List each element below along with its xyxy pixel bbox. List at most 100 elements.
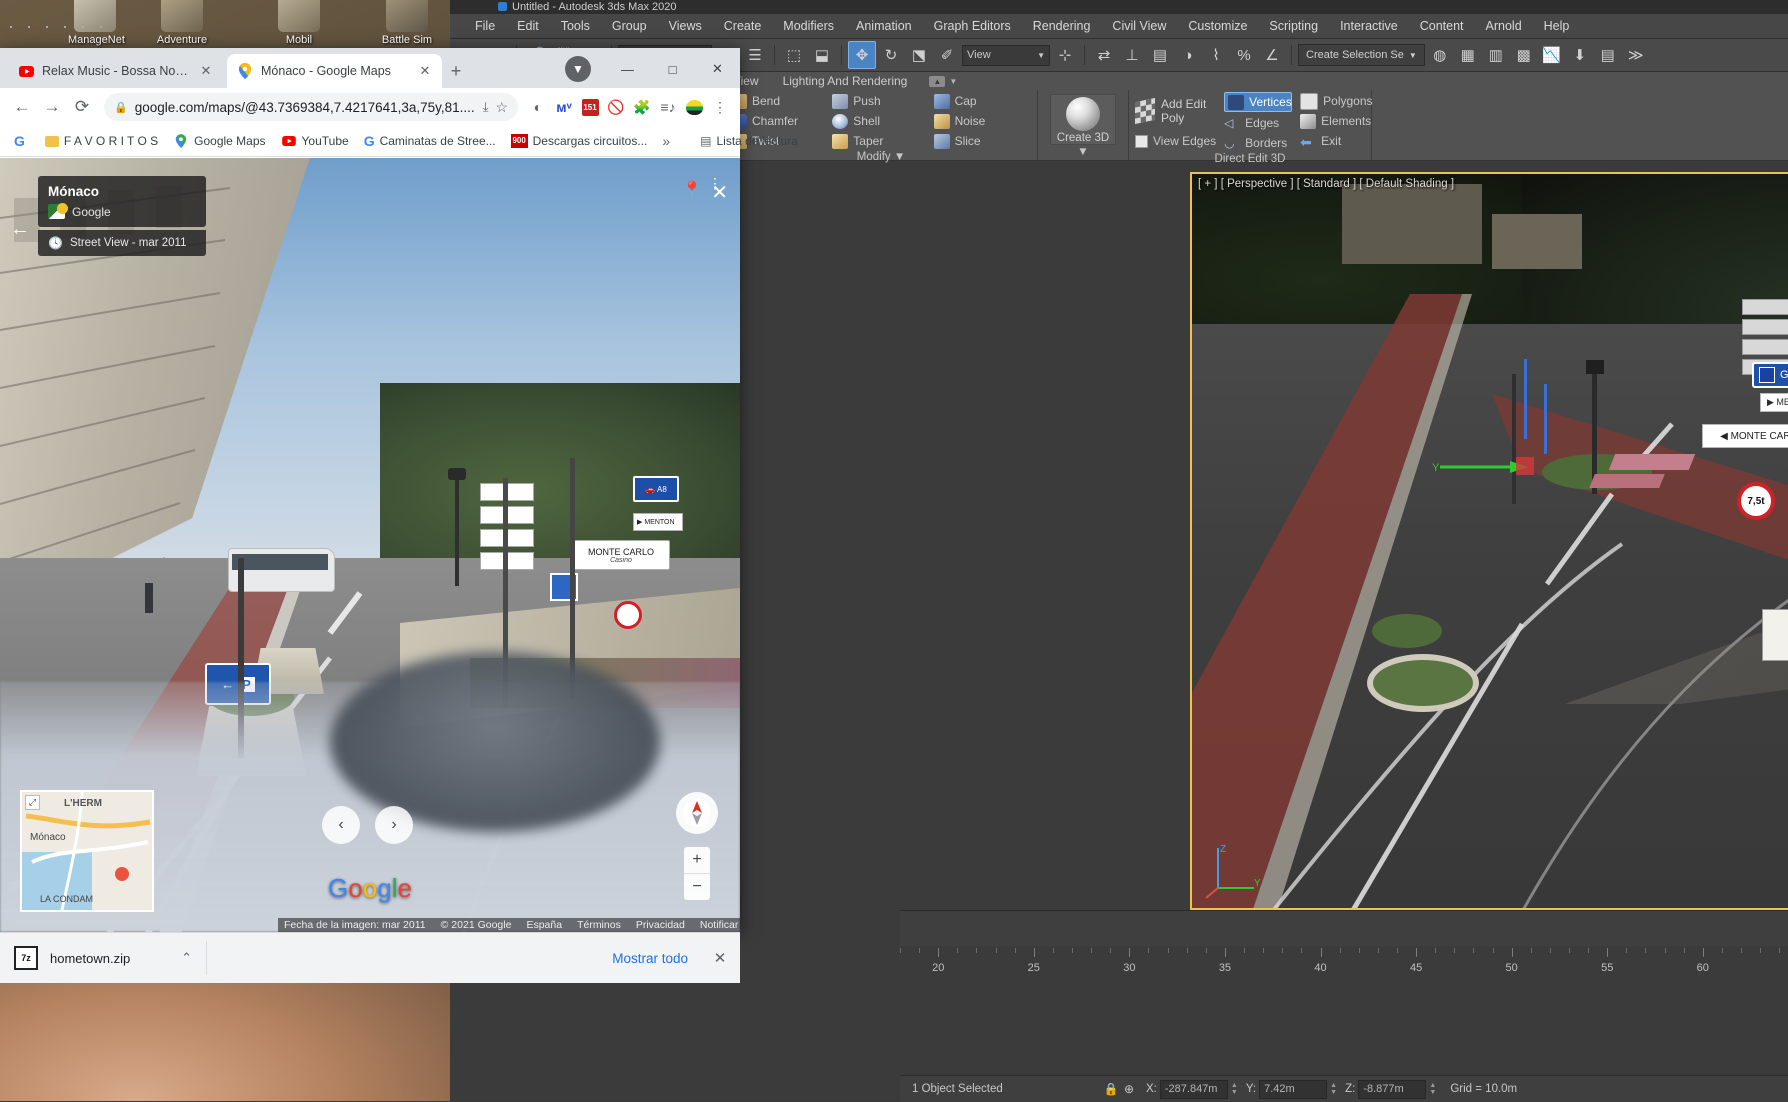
viewport-label[interactable]: [ + ] [ Perspective ] [ Standard ] [ Def… <box>1198 178 1454 190</box>
ribbon-item-noise[interactable]: Noise <box>933 112 1023 130</box>
y-value[interactable]: 7.42m <box>1259 1079 1328 1099</box>
bookmark-favoritos-folder[interactable]: F A V O R I T O S <box>39 131 164 151</box>
install-icon[interactable]: ⤓ <box>483 99 489 115</box>
render-setup-icon[interactable]: ▦ <box>1455 42 1481 68</box>
forward-icon[interactable]: → <box>38 93 66 121</box>
add-edit-poly-button[interactable]: Add Edit Poly <box>1135 92 1216 130</box>
menu-rendering[interactable]: Rendering <box>1022 14 1102 38</box>
bookmark-descargas-circuitos[interactable]: 900 Descargas circuitos... <box>505 131 654 151</box>
spinner-icon[interactable]: ▲ ▼ <box>1330 1081 1337 1097</box>
street-view-date-row[interactable]: 🕓 Street View - mar 2011 <box>38 230 206 256</box>
ribbon-item-slice[interactable]: Slice <box>933 132 1023 150</box>
selection-lock-icon[interactable]: 🔒 <box>1102 1080 1120 1098</box>
bookmark-star-icon[interactable]: ☆ <box>495 99 508 116</box>
align-icon[interactable]: ⊥ <box>1119 42 1145 68</box>
menu-civil-view[interactable]: Civil View <box>1101 14 1177 38</box>
menu-dots-icon[interactable]: ⋮ <box>708 95 732 119</box>
close-tab-icon[interactable]: ✕ <box>418 63 432 79</box>
location-pin-icon[interactable]: 📍 <box>682 180 702 200</box>
file-icon[interactable] <box>46 26 48 28</box>
select-and-scale-icon[interactable]: ⬔ <box>906 42 932 68</box>
mirror-icon[interactable]: ⇄ <box>1091 42 1117 68</box>
ribbon-minimize-control[interactable]: ▲ ▼ <box>929 75 957 87</box>
3dsmax-timeline[interactable] <box>900 910 1788 947</box>
minimize-window-button[interactable]: — <box>605 54 650 84</box>
browser-tab-relax-music[interactable]: Relax Music - Bossa Nova Beach ✕ <box>8 54 223 88</box>
file-icon[interactable] <box>28 26 30 28</box>
attr-country[interactable]: España <box>526 919 562 931</box>
subobject-vertices-button[interactable]: Vertices <box>1224 92 1293 112</box>
select-by-name-icon[interactable]: ☰ <box>742 42 768 68</box>
street-view-panel[interactable]: 🚗 A8 ▶ MENTON MONTE CARLO Casino ← P ← <box>0 158 740 932</box>
bookmark-google[interactable]: G <box>8 130 36 152</box>
x-coordinate[interactable]: X: -287.847m ▲ ▼ <box>1146 1079 1238 1099</box>
render-in-cloud-icon[interactable]: ⬇ <box>1567 42 1593 68</box>
spinner-icon[interactable]: ▲ ▼ <box>1429 1081 1436 1097</box>
menu-edit[interactable]: Edit <box>506 14 550 38</box>
chevron-up-icon[interactable]: ⌃ <box>181 950 192 966</box>
desktop-icon[interactable]: Mobil <box>272 0 326 46</box>
ribbon-item-shell[interactable]: Shell <box>832 112 925 130</box>
menu-animation[interactable]: Animation <box>845 14 923 38</box>
menu-interactive[interactable]: Interactive <box>1329 14 1409 38</box>
back-icon[interactable]: ← <box>8 93 36 121</box>
angle-snap-icon[interactable]: ∠ <box>1259 42 1285 68</box>
menu-content[interactable]: Content <box>1409 14 1475 38</box>
bookmark-youtube[interactable]: YouTube <box>275 130 355 152</box>
subobject-polygons-button[interactable]: Polygons <box>1300 92 1373 110</box>
close-download-bar-button[interactable]: ✕ <box>700 949 740 967</box>
subobject-edges-button[interactable]: ◁ Edges <box>1224 114 1292 132</box>
close-tab-icon[interactable]: ✕ <box>199 63 213 79</box>
bookmark-caminatas[interactable]: G Caminatas de Stree... <box>358 130 502 152</box>
subobject-exit-button[interactable]: ⬅ Exit <box>1300 132 1372 150</box>
reading-list-button[interactable]: ▤ Lista de lectura <box>694 131 804 151</box>
calendar-151-icon[interactable]: 151 <box>578 95 602 119</box>
layer-explorer-icon[interactable]: ▤ <box>1147 42 1173 68</box>
maximize-window-button[interactable]: □ <box>650 54 695 84</box>
select-and-rotate-icon[interactable]: ↻ <box>878 42 904 68</box>
street-view-next-button[interactable]: › <box>375 806 413 844</box>
menu-help[interactable]: Help <box>1533 14 1581 38</box>
reference-coordinate-system-combo[interactable]: View ▼ <box>962 44 1050 66</box>
close-window-button[interactable]: ✕ <box>695 54 740 84</box>
select-and-move-icon[interactable]: ✥ <box>848 41 876 69</box>
ribbon-tab-lighting-and-rendering[interactable]: Lighting And Rendering <box>771 72 920 90</box>
street-view-minimap[interactable]: L'HERM Mónaco LA CONDAM Grimaldi ⤢ <box>20 790 154 912</box>
desktop-icon[interactable]: Battle Sim <box>380 0 434 46</box>
create-3d-button[interactable]: Create 3D <box>1050 94 1116 145</box>
file-icon[interactable] <box>82 26 84 28</box>
profile-avatar-icon[interactable]: ▼ <box>565 56 591 82</box>
zoom-out-button[interactable]: − <box>684 874 710 900</box>
dark-mode-icon[interactable]: ◐ <box>526 95 550 119</box>
new-tab-button[interactable]: + <box>442 57 470 85</box>
ribbon-panel-expand[interactable]: ▼ <box>1077 145 1088 160</box>
close-streetview-icon[interactable]: ✕ <box>711 180 728 205</box>
render-frame-window-icon[interactable]: ▥ <box>1483 42 1509 68</box>
bookmarks-overflow-button[interactable]: » <box>656 130 676 152</box>
3dsmax-trackbar[interactable]: 2025303540455055606570758085 <box>900 946 1788 986</box>
percent-snap-icon[interactable]: % <box>1231 42 1257 68</box>
street-view-compass[interactable] <box>676 792 718 834</box>
ribbon-item-push[interactable]: Push <box>832 92 925 110</box>
window-crossing-icon[interactable]: ⬓ <box>809 42 835 68</box>
attr-terms[interactable]: Términos <box>577 919 621 931</box>
spinner-icon[interactable]: ▲ ▼ <box>1231 1081 1238 1097</box>
desktop-icon[interactable]: Adventure <box>155 0 209 46</box>
z-coordinate[interactable]: Z: -8.877m ▲ ▼ <box>1345 1079 1436 1099</box>
named-selection-sets-field[interactable]: Create Selection Se ▼ <box>1298 44 1425 66</box>
open-asset-tracking-icon[interactable]: ▤ <box>1595 42 1621 68</box>
y-coordinate[interactable]: Y: 7.42m ▲ ▼ <box>1246 1079 1337 1099</box>
minimap-expand-icon[interactable]: ⤢ <box>25 795 40 810</box>
curve-editor-icon[interactable]: ⌇ <box>1203 42 1229 68</box>
rectangular-selection-region-icon[interactable]: ⬚ <box>781 42 807 68</box>
ribbon-panel-label[interactable]: Modify ▼ <box>731 150 1031 165</box>
3dsmax-viewport[interactable]: GENES ▶ MENTON ◀ MONTE CARLO QUAI ANTOIN… <box>1190 172 1788 910</box>
menu-arnold[interactable]: Arnold <box>1475 14 1533 38</box>
street-view-prev-button[interactable]: ‹ <box>322 806 360 844</box>
back-arrow-icon[interactable]: ← <box>10 218 30 241</box>
block-icon[interactable]: 🚫 <box>604 95 628 119</box>
browser-tab-monaco-maps[interactable]: Mónaco - Google Maps ✕ <box>227 54 442 88</box>
attr-report[interactable]: Notificar un problema <box>700 919 740 931</box>
ribbon-item-taper[interactable]: Taper <box>832 132 925 150</box>
rendered-frame-icon[interactable]: 📉 <box>1539 42 1565 68</box>
